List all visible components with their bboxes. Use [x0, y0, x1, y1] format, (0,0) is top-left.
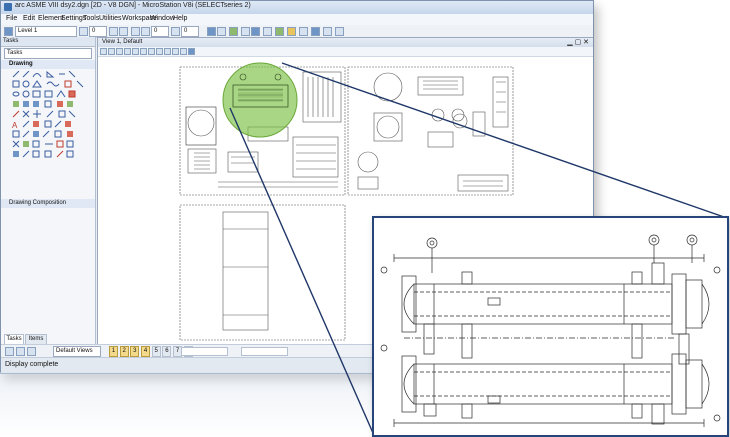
zoom-detail-callout	[372, 216, 729, 437]
heat-exchanger-detail-drawing	[380, 234, 721, 427]
